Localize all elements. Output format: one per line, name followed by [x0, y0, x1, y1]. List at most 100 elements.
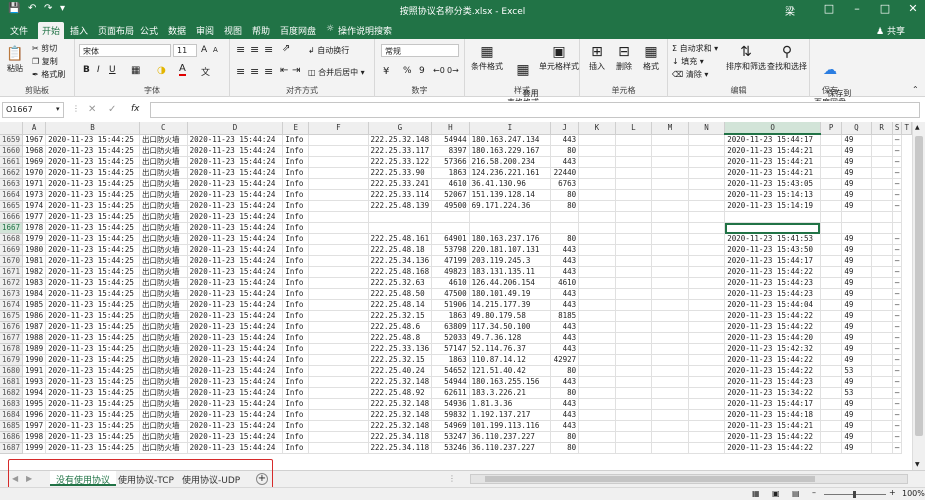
cell[interactable]: 1989 — [22, 343, 47, 355]
cell[interactable]: 2020-11-23 15:44:23 — [724, 376, 821, 388]
cell[interactable] — [578, 277, 616, 289]
cell[interactable] — [308, 277, 369, 289]
cell[interactable]: 2020-11-23 15:44:24 — [187, 354, 284, 366]
number-format-dropdown[interactable]: 常规 — [381, 44, 459, 57]
cell[interactable] — [308, 442, 369, 454]
cell[interactable] — [688, 387, 726, 399]
cell[interactable]: 443 — [550, 255, 580, 267]
row-header[interactable]: 1672 — [0, 277, 24, 289]
cell[interactable] — [615, 354, 653, 366]
cell[interactable] — [308, 387, 369, 399]
cell[interactable]: 2020-11-23 15:44:24 — [187, 387, 284, 399]
cell[interactable] — [871, 398, 893, 410]
close-icon[interactable]: ✕ — [904, 2, 922, 15]
cell-styles-button[interactable]: ▣ 单元格样式 — [539, 43, 579, 71]
cell[interactable]: 1970 — [22, 167, 47, 179]
normal-view-icon[interactable]: ▦ — [752, 489, 760, 498]
cell[interactable]: Info — [282, 145, 310, 157]
cell[interactable] — [688, 354, 726, 366]
cell[interactable]: – — [892, 343, 903, 355]
cell[interactable]: 2020-11-23 15:44:22 — [724, 442, 821, 454]
cell[interactable]: 1983 — [22, 277, 47, 289]
cell[interactable]: 49 — [841, 178, 872, 190]
cell[interactable] — [820, 255, 843, 267]
cell[interactable]: 54936 — [431, 398, 470, 410]
cell[interactable]: 2020-11-23 15:44:24 — [187, 211, 284, 223]
column-header[interactable]: S — [892, 122, 903, 135]
cell[interactable] — [308, 321, 369, 333]
cell[interactable]: 出口防火墙 — [139, 167, 188, 179]
cell[interactable]: – — [892, 387, 903, 399]
cell[interactable] — [871, 409, 893, 421]
cell[interactable]: – — [892, 376, 903, 388]
cell[interactable] — [651, 255, 689, 267]
cell[interactable] — [651, 299, 689, 311]
cell[interactable]: 2020-11-23 15:44:25 — [45, 134, 140, 146]
cell[interactable]: 2020-11-23 15:44:24 — [187, 244, 284, 256]
cell[interactable]: 53246 — [431, 442, 470, 454]
cell[interactable]: 54944 — [431, 376, 470, 388]
cell[interactable] — [431, 222, 470, 234]
merge-center-button[interactable]: ◫ 合并后居中 ▾ — [308, 67, 365, 78]
cell[interactable]: 2020-11-23 15:44:24 — [187, 420, 284, 432]
cell[interactable] — [651, 376, 689, 388]
cell[interactable]: 222.25.48.139 — [368, 200, 433, 212]
cell[interactable]: 36.110.237.227 — [469, 431, 552, 443]
cell[interactable]: 出口防火墙 — [139, 134, 188, 146]
cell[interactable]: 2020-11-23 15:44:23 — [724, 288, 821, 300]
cell[interactable]: 101.199.113.116 — [469, 420, 552, 432]
cell[interactable]: 54944 — [431, 134, 470, 146]
cell[interactable]: 222.25.48.6 — [368, 321, 433, 333]
cell[interactable] — [871, 200, 893, 212]
zoom-slider-thumb[interactable] — [853, 491, 856, 498]
cell[interactable] — [820, 365, 843, 377]
underline-button[interactable]: U — [109, 65, 116, 75]
user-name[interactable]: 梁 — [785, 3, 795, 18]
cell[interactable]: 443 — [550, 409, 580, 421]
cell[interactable] — [688, 288, 726, 300]
cell[interactable]: 2020-11-23 15:44:25 — [45, 189, 140, 201]
cell[interactable] — [578, 321, 616, 333]
cell[interactable]: 2020-11-23 15:44:24 — [187, 376, 284, 388]
cell[interactable] — [615, 343, 653, 355]
cell[interactable]: 443 — [550, 420, 580, 432]
cell[interactable]: 222.25.34.136 — [368, 255, 433, 267]
cell[interactable] — [308, 431, 369, 443]
cell[interactable]: Info — [282, 255, 310, 267]
cell[interactable] — [308, 299, 369, 311]
cell[interactable]: 2020-11-23 15:44:17 — [724, 398, 821, 410]
cell[interactable]: 63809 — [431, 321, 470, 333]
row-header[interactable]: 1660 — [0, 145, 24, 157]
cell[interactable]: 1986 — [22, 310, 47, 322]
cell[interactable]: 49 — [841, 189, 872, 201]
minimize-icon[interactable]: – — [848, 2, 866, 15]
cell[interactable]: 2020-11-23 15:44:24 — [187, 233, 284, 245]
cell[interactable] — [578, 387, 616, 399]
cell[interactable]: – — [892, 354, 903, 366]
tab-help[interactable]: 帮助 — [248, 23, 274, 39]
cell[interactable]: 222.25.32.148 — [368, 420, 433, 432]
cell[interactable]: Info — [282, 200, 310, 212]
cell[interactable] — [615, 288, 653, 300]
cell[interactable]: 1993 — [22, 376, 47, 388]
cell[interactable]: 出口防火墙 — [139, 332, 188, 344]
cell[interactable] — [871, 310, 893, 322]
cell[interactable]: 2020-11-23 15:44:25 — [45, 376, 140, 388]
cell[interactable]: 2020-11-23 15:44:25 — [45, 420, 140, 432]
insert-function-button[interactable]: fx — [131, 104, 140, 114]
cell[interactable] — [578, 222, 616, 234]
tab-formulas[interactable]: 公式 — [136, 23, 162, 39]
cell[interactable] — [871, 442, 893, 454]
cell[interactable]: 222.25.48.92 — [368, 387, 433, 399]
cell[interactable]: 183.3.226.21 — [469, 387, 552, 399]
cell[interactable]: 2020-11-23 15:44:04 — [724, 299, 821, 311]
cell[interactable]: 2020-11-23 15:44:25 — [45, 354, 140, 366]
cell[interactable]: 49823 — [431, 266, 470, 278]
cell[interactable]: 22440 — [550, 167, 580, 179]
column-header[interactable]: L — [615, 122, 653, 135]
cell[interactable] — [651, 354, 689, 366]
cell[interactable] — [578, 288, 616, 300]
cell[interactable]: 2020-11-23 15:44:25 — [45, 299, 140, 311]
cell[interactable]: – — [892, 233, 903, 245]
cell[interactable] — [820, 266, 843, 278]
